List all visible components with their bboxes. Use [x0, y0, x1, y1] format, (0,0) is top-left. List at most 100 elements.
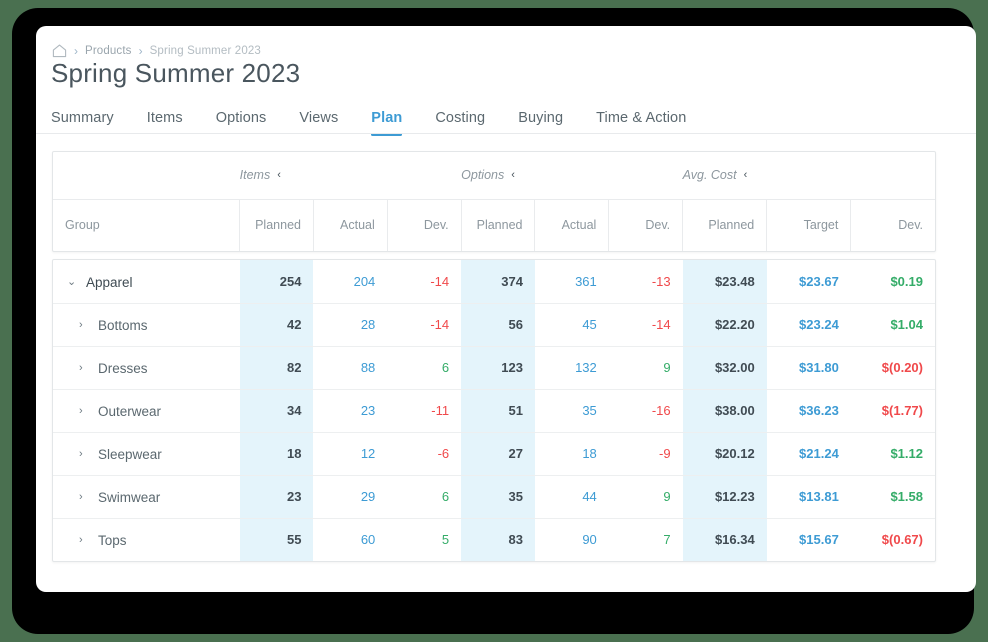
cell-items-actual: 29 [313, 474, 388, 518]
cell-cost-dev: $1.12 [850, 431, 935, 475]
cell-items-planned: 254 [239, 260, 314, 303]
table-row[interactable]: › Outerwear 34 23 -11 51 35 -16 $38.00 $36.23 $(1.… [53, 388, 935, 432]
row-group-cell[interactable]: › Swimwear [53, 474, 240, 518]
table-row[interactable]: ⌄ Apparel 254 204 -14 374 361 -13 $23.48 $23.67 $0… [53, 260, 935, 303]
chevron-right-icon[interactable]: › [79, 363, 87, 374]
tab-bar-divider [36, 133, 976, 134]
chevron-down-icon[interactable]: ⌄ [67, 276, 76, 288]
cell-items-dev: 5 [387, 517, 462, 561]
cell-options-planned: 56 [461, 302, 535, 346]
cell-options-dev: -16 [608, 388, 683, 432]
cell-options-actual: 35 [534, 388, 609, 432]
cell-cost-target: $23.24 [766, 302, 851, 346]
cell-items-planned: 42 [239, 302, 314, 346]
cell-cost-dev: $(0.67) [850, 517, 935, 561]
cell-options-actual: 90 [534, 517, 609, 561]
column-header-options-planned[interactable]: Planned [460, 198, 535, 251]
group-header-spacer [53, 152, 240, 199]
row-group-cell[interactable]: › Tops [53, 517, 240, 561]
chevron-right-icon[interactable]: › [79, 320, 87, 331]
table-header-card: Items ‹ Options ‹ Avg. Cost ‹ Group Planned Actu… [52, 151, 936, 252]
column-header-group[interactable]: Group [53, 198, 240, 251]
plan-table: Items ‹ Options ‹ Avg. Cost ‹ Group Planned Actu… [52, 151, 936, 562]
cell-options-actual: 132 [534, 345, 609, 389]
cell-cost-dev: $(1.77) [850, 388, 935, 432]
cell-items-dev: -14 [387, 302, 462, 346]
table-body: ⌄ Apparel 254 204 -14 374 361 -13 $23.48 $23.67 $0… [53, 260, 935, 561]
breadcrumb-separator-2: › [138, 44, 143, 58]
cell-cost-target: $31.80 [766, 345, 851, 389]
row-group-cell[interactable]: › Dresses [53, 345, 240, 389]
cell-options-planned: 374 [461, 260, 535, 303]
table-row[interactable]: › Swimwear 23 29 6 35 44 9 $12.23 $13.81 $1.58 [53, 474, 935, 518]
table-row[interactable]: › Dresses 82 88 6 123 132 9 $32.00 $31.80 $(0.20) [53, 345, 935, 389]
cell-items-actual: 88 [313, 345, 388, 389]
chevron-right-icon[interactable]: › [79, 535, 87, 546]
column-header-items-planned[interactable]: Planned [239, 198, 314, 251]
column-header-cost-planned[interactable]: Planned [682, 198, 767, 251]
home-icon[interactable] [52, 44, 67, 58]
cell-cost-target: $36.23 [766, 388, 851, 432]
cell-items-planned: 18 [239, 431, 314, 475]
cell-options-dev: -14 [608, 302, 683, 346]
cell-items-actual: 12 [313, 431, 388, 475]
cell-cost-dev: $(0.20) [850, 345, 935, 389]
cell-cost-planned: $20.12 [682, 431, 767, 475]
collapse-options-icon[interactable]: ‹ [511, 169, 515, 181]
row-group-cell[interactable]: ⌄ Apparel [53, 260, 240, 303]
cell-cost-target: $15.67 [766, 517, 851, 561]
column-header-items-actual[interactable]: Actual [312, 198, 388, 251]
column-group-items: Items ‹ [240, 152, 462, 199]
collapse-cost-icon[interactable]: ‹ [744, 169, 748, 181]
column-group-cost: Avg. Cost ‹ [683, 152, 935, 199]
column-group-items-label: Items [239, 168, 271, 183]
cell-options-actual: 44 [534, 474, 609, 518]
cell-cost-target: $21.24 [766, 431, 851, 475]
page-title: Spring Summer 2023 [51, 58, 301, 88]
row-label: Apparel [86, 274, 133, 290]
cell-cost-dev: $1.58 [850, 474, 935, 518]
breadcrumb-separator-1: › [74, 44, 78, 58]
column-header-cost-target[interactable]: Target [766, 198, 851, 251]
cell-options-planned: 123 [461, 345, 535, 389]
cell-options-planned: 83 [461, 517, 535, 561]
cell-cost-dev: $0.19 [890, 273, 923, 289]
chevron-right-icon[interactable]: › [79, 449, 87, 460]
cell-options-actual: 45 [534, 302, 609, 346]
row-label: Swimwear [98, 490, 161, 505]
cell-items-planned: 34 [239, 388, 314, 432]
cell-cost-planned: $12.23 [682, 474, 767, 518]
column-header-options-dev[interactable]: Dev. [608, 198, 683, 251]
column-group-options: Options ‹ [461, 152, 682, 199]
cell-items-dev: -11 [387, 388, 462, 432]
row-group-cell[interactable]: › Bottoms [53, 302, 240, 346]
cell-cost-planned: $32.00 [682, 345, 767, 389]
cell-options-actual: 361 [575, 273, 597, 289]
table-row[interactable]: › Tops 55 60 5 83 90 7 $16.34 $15.67 $(0.67) [53, 517, 935, 561]
column-header-cost-dev[interactable]: Dev. [850, 198, 935, 251]
cell-options-planned: 35 [461, 474, 535, 518]
row-label: Bottoms [98, 318, 148, 333]
cell-options-dev: 9 [608, 345, 683, 389]
table-body-card: ⌄ Apparel 254 204 -14 374 361 -13 $23.48 $23.67 $0… [52, 259, 936, 562]
column-group-cost-label: Avg. Cost [682, 168, 737, 183]
cell-items-actual: 28 [313, 302, 388, 346]
cell-cost-target: $13.81 [766, 474, 851, 518]
row-group-cell[interactable]: › Sleepwear [53, 431, 240, 475]
cell-cost-planned: $22.20 [682, 302, 767, 346]
row-group-cell[interactable]: › Outerwear [53, 388, 240, 432]
collapse-items-icon[interactable]: ‹ [277, 169, 281, 181]
cell-cost-planned: $16.34 [682, 517, 767, 561]
breadcrumb-item-products[interactable]: Products [85, 45, 132, 57]
chevron-right-icon[interactable]: › [79, 492, 87, 503]
breadcrumb-item-current: Spring Summer 2023 [149, 45, 261, 57]
column-header-options-actual[interactable]: Actual [534, 198, 609, 251]
column-header-items-dev[interactable]: Dev. [386, 198, 462, 251]
cell-options-dev: -13 [651, 273, 671, 289]
cell-options-dev: 9 [608, 474, 683, 518]
chevron-right-icon[interactable]: › [79, 406, 87, 417]
table-row[interactable]: › Sleepwear 18 12 -6 27 18 -9 $20.12 $21.24 $1.12 [53, 431, 935, 475]
table-group-header-row: Items ‹ Options ‹ Avg. Cost ‹ [53, 152, 935, 199]
cell-options-actual: 18 [534, 431, 609, 475]
table-row[interactable]: › Bottoms 42 28 -14 56 45 -14 $22.20 $23.24 $1.04 [53, 302, 935, 346]
